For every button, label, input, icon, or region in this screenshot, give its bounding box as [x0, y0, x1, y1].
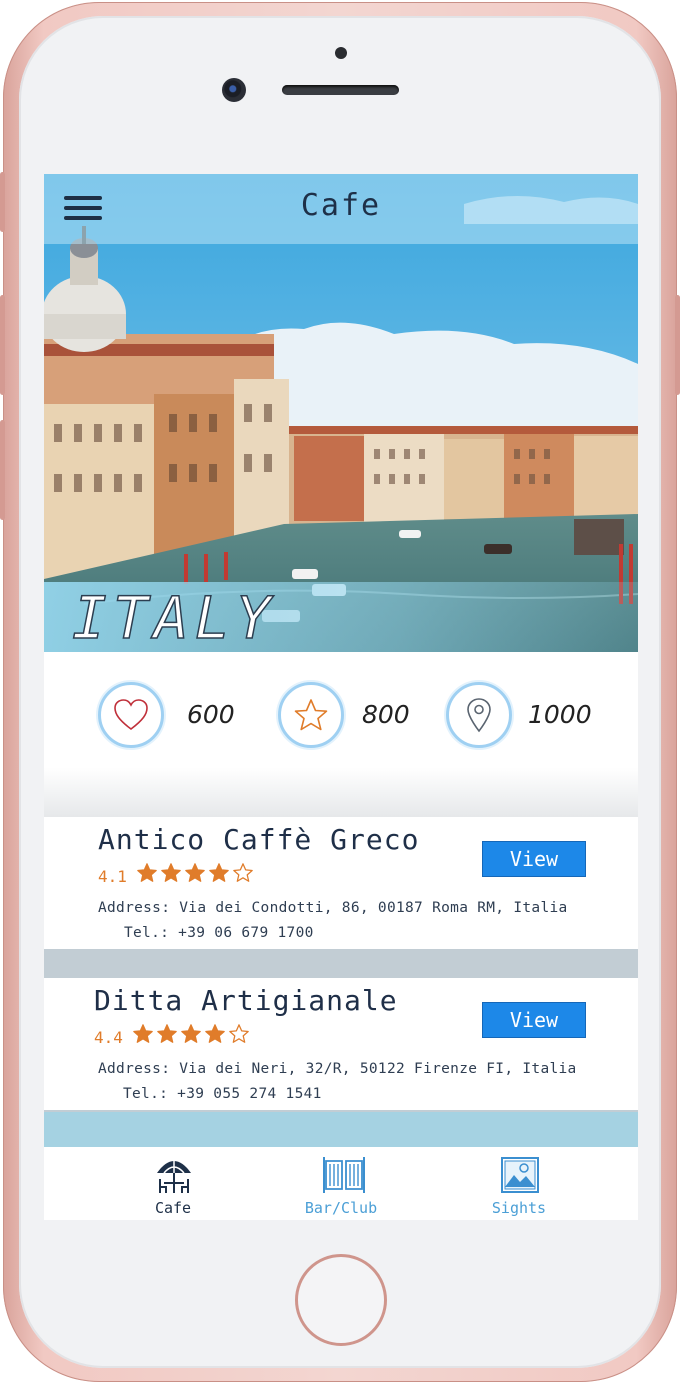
volume-up-button: [0, 295, 5, 395]
country-name: ITALY: [71, 583, 277, 652]
cafe-address: Address: Via dei Neri, 32/R, 50122 Firen…: [98, 1061, 577, 1077]
likes-count: 600: [187, 700, 235, 729]
stats-row: 600 800 1000: [44, 652, 638, 817]
volume-down-button: [0, 420, 5, 520]
bottom-tab-bar: Cafe Bar/Club Sights: [44, 1147, 638, 1220]
home-button[interactable]: [295, 1254, 387, 1346]
list-footer-band: [44, 1112, 638, 1147]
cafe-name: Antico Caffè Greco: [98, 823, 420, 856]
app-screen: Cafe ITALY 600 800 1000 Antico Caffè Gre: [44, 174, 638, 1220]
star-filled-icon: [205, 1024, 225, 1043]
umbrella-table-icon: [157, 1160, 191, 1193]
favorites-button[interactable]: [278, 682, 344, 748]
star-icon: [294, 699, 328, 731]
star-empty-icon: [229, 1024, 249, 1043]
power-button: [675, 295, 680, 395]
star-filled-icon: [209, 863, 229, 882]
hero-image-venice: Cafe ITALY: [44, 174, 638, 652]
tab-sights[interactable]: Sights: [420, 1147, 618, 1220]
tab-bar-club-label: Bar/Club: [304, 1199, 378, 1217]
cafe-phone: Tel.: +39 055 274 1541: [123, 1086, 322, 1102]
locations-count: 1000: [528, 700, 592, 729]
star-filled-icon: [185, 863, 205, 882]
page-title: Cafe: [300, 188, 382, 223]
cafe-phone: Tel.: +39 06 679 1700: [124, 925, 314, 941]
cafe-address: Address: Via dei Condotti, 86, 00187 Rom…: [98, 900, 568, 916]
cafe-rating: 4.4: [94, 1028, 123, 1047]
tab-sights-label: Sights: [491, 1199, 547, 1217]
landscape-picture-icon: [501, 1157, 539, 1193]
star-filled-icon: [137, 863, 157, 882]
cafe-rating: 4.1: [98, 867, 127, 886]
cafe-card[interactable]: Ditta Artigianale 4.4 Address: Via dei N…: [44, 978, 638, 1110]
earpiece-speaker: [282, 85, 399, 95]
proximity-sensor: [335, 47, 347, 59]
view-button[interactable]: View: [482, 841, 586, 877]
mute-switch: [0, 172, 5, 232]
location-pin-icon: [467, 698, 491, 733]
star-empty-icon: [233, 863, 253, 882]
cafe-name: Ditta Artigianale: [94, 984, 398, 1017]
cafe-card[interactable]: Antico Caffè Greco 4.1 Address: Via dei …: [44, 817, 638, 949]
star-filled-icon: [161, 863, 181, 882]
star-filled-icon: [133, 1024, 153, 1043]
star-rating: [132, 1023, 250, 1045]
tab-bar-club[interactable]: Bar/Club: [242, 1147, 440, 1220]
locations-button[interactable]: [446, 682, 512, 748]
star-filled-icon: [181, 1024, 201, 1043]
saloon-doors-icon: [323, 1157, 365, 1193]
venice-canal-illustration: [44, 174, 638, 652]
front-camera: [222, 78, 246, 102]
likes-button[interactable]: [98, 682, 164, 748]
heart-icon: [114, 699, 148, 731]
view-button[interactable]: View: [482, 1002, 586, 1038]
star-rating: [136, 862, 254, 884]
favorites-count: 800: [362, 700, 410, 729]
star-filled-icon: [157, 1024, 177, 1043]
